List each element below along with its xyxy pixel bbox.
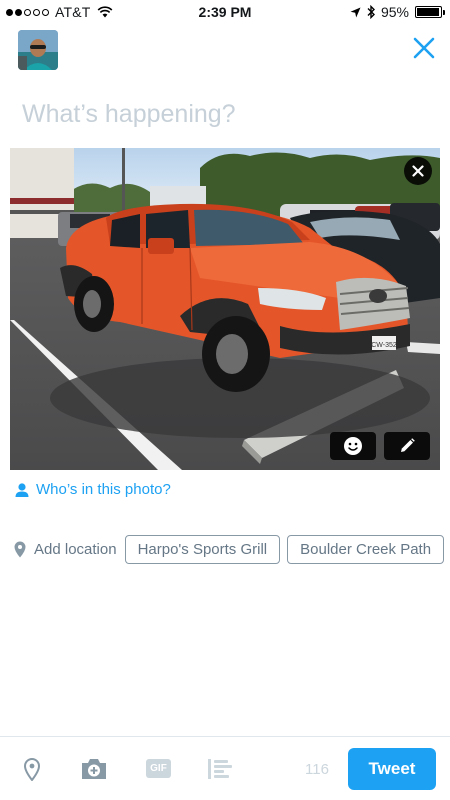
close-button[interactable] [410,34,438,62]
gif-icon[interactable]: GIF [146,759,171,778]
compose-tweet-screen: AT&T 2:39 PM 95% What’s happening? CW-35… [0,0,450,800]
location-row: Add location Harpo's Sports Grill Boulde… [14,534,450,564]
camera-icon[interactable] [80,758,108,780]
add-location-button[interactable]: Add location [14,541,117,558]
tweet-button[interactable]: Tweet [348,748,436,790]
location-suggestion-chip[interactable]: Harpo's Sports Grill [124,534,281,564]
character-count: 116 [305,761,329,778]
location-arrow-icon [350,7,361,17]
avatar[interactable] [18,30,58,70]
remove-photo-button[interactable] [404,157,432,185]
close-icon [413,37,435,59]
location-suggestion-chip[interactable]: Boulder Creek Path [287,534,445,564]
license-plate: CW-352 [371,342,397,349]
edit-photo-button[interactable] [384,432,430,460]
face-icon [344,437,362,455]
compose-input[interactable] [22,98,422,130]
add-location-label: Add location [34,540,117,558]
close-icon [412,165,424,177]
status-bar: AT&T 2:39 PM 95% [0,0,450,24]
bluetooth-icon [367,5,375,19]
battery-icon [415,6,445,18]
tag-people-photo-button[interactable] [330,432,376,460]
tag-people-label: Who’s in this photo? [36,481,171,498]
person-icon [15,482,29,497]
battery-percent: 95% [380,4,409,20]
tag-people-link[interactable]: Who’s in this photo? [14,481,171,498]
poll-icon[interactable] [208,759,234,779]
attached-photo[interactable]: CW-352 [10,148,440,470]
status-right: 95% [350,4,445,20]
pencil-icon [401,438,415,452]
pin-icon [14,541,26,557]
location-pin-icon[interactable] [24,758,40,781]
